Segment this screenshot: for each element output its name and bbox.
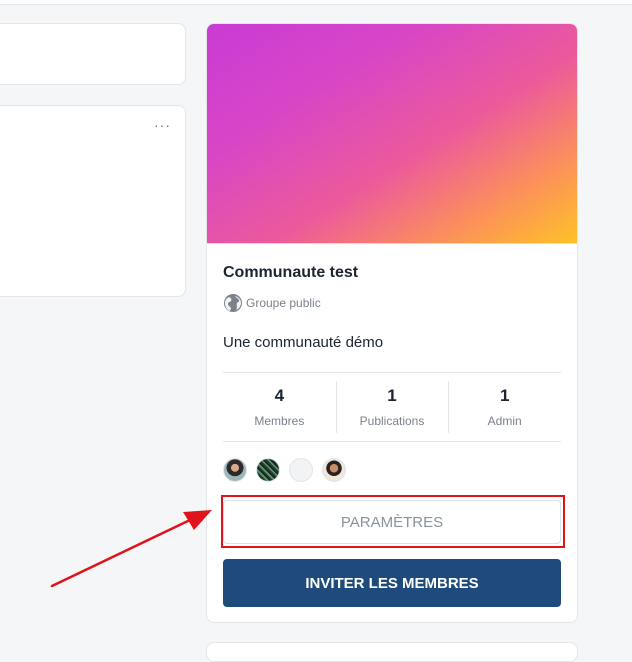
community-cover-image xyxy=(207,24,577,243)
stat-admin[interactable]: 1 Admin xyxy=(448,373,561,441)
left-card xyxy=(0,23,186,85)
stat-label: Membres xyxy=(254,414,305,428)
stat-publications[interactable]: 1 Publications xyxy=(335,373,449,441)
invite-members-button[interactable]: INVITER LES MEMBRES xyxy=(223,559,561,607)
left-post-card: ··· xyxy=(0,105,186,297)
globe-icon xyxy=(224,294,242,312)
stat-value: 1 xyxy=(499,386,510,405)
avatar[interactable] xyxy=(223,458,247,482)
cover-divider xyxy=(207,243,577,244)
community-description: Une communauté démo xyxy=(223,334,384,351)
settings-button[interactable]: PARAMÈTRES xyxy=(223,500,561,544)
more-options-icon[interactable]: ··· xyxy=(154,118,171,132)
avatar[interactable] xyxy=(289,458,313,482)
member-avatars xyxy=(223,458,346,482)
stat-value: 4 xyxy=(274,386,285,405)
community-title[interactable]: Communaute test xyxy=(223,264,358,282)
community-card: Communaute test Groupe public Une commun… xyxy=(206,23,578,623)
next-card xyxy=(206,642,578,662)
avatar[interactable] xyxy=(322,458,346,482)
stat-members[interactable]: 4 Membres xyxy=(223,373,336,441)
stat-label: Admin xyxy=(487,414,522,428)
top-bar xyxy=(0,0,632,5)
privacy-label: Groupe public xyxy=(246,296,321,310)
avatar[interactable] xyxy=(256,458,280,482)
community-stats: 4 Membres 1 Publications 1 Admin xyxy=(223,372,561,442)
stat-label: Publications xyxy=(359,414,425,428)
privacy-status: Groupe public xyxy=(223,293,321,313)
stat-value: 1 xyxy=(387,386,397,405)
